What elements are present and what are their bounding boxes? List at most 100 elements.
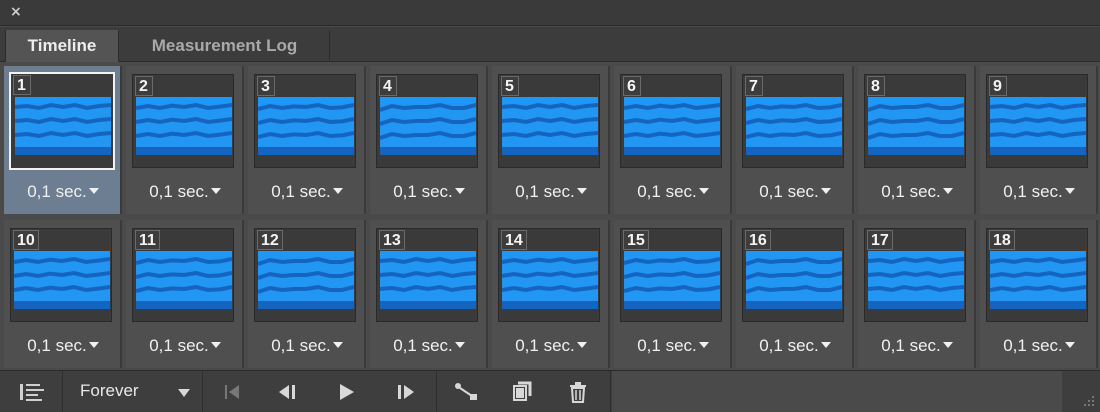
frame-delay-dropdown[interactable]: 0,1 sec. xyxy=(858,336,976,356)
duplicate-frame-icon[interactable] xyxy=(502,371,542,412)
frame-delay-dropdown[interactable]: 0,1 sec. xyxy=(980,182,1098,202)
frame-thumbnail[interactable]: 2 xyxy=(132,74,234,168)
animation-frame[interactable]: 12 0,1 sec. xyxy=(248,220,366,368)
timeline-toolbar: Forever xyxy=(0,370,1100,412)
animation-frame[interactable]: 6 0,1 sec. xyxy=(614,66,732,214)
frame-delay-dropdown[interactable]: 0,1 sec. xyxy=(4,336,122,356)
frame-number: 16 xyxy=(745,230,771,250)
animation-frame[interactable]: 13 0,1 sec. xyxy=(370,220,488,368)
frame-number: 6 xyxy=(623,76,641,96)
frame-delay-value: 0,1 sec. xyxy=(881,182,941,201)
close-icon[interactable]: × xyxy=(10,4,22,20)
frame-thumbnail[interactable]: 1 xyxy=(9,72,115,170)
frame-preview-image xyxy=(624,251,720,309)
animation-frame[interactable]: 3 0,1 sec. xyxy=(248,66,366,214)
frame-preview-image xyxy=(258,97,354,155)
chevron-down-icon xyxy=(178,389,190,397)
play-icon[interactable] xyxy=(326,371,368,412)
tab-timeline[interactable]: Timeline xyxy=(5,30,119,62)
animation-frame[interactable]: 7 0,1 sec. xyxy=(736,66,854,214)
frame-thumbnail[interactable]: 17 xyxy=(864,228,966,322)
frame-thumbnail[interactable]: 8 xyxy=(864,74,966,168)
animation-frame[interactable]: 14 0,1 sec. xyxy=(492,220,610,368)
frame-delay-dropdown[interactable]: 0,1 sec. xyxy=(614,336,732,356)
loop-options-dropdown[interactable]: Forever xyxy=(64,371,200,412)
frame-number: 2 xyxy=(135,76,153,96)
frame-thumbnail[interactable]: 7 xyxy=(742,74,844,168)
animation-frame[interactable]: 16 0,1 sec. xyxy=(736,220,854,368)
frame-delay-value: 0,1 sec. xyxy=(393,336,453,355)
chevron-down-icon xyxy=(942,342,953,348)
frame-delay-dropdown[interactable]: 0,1 sec. xyxy=(492,182,610,202)
frame-thumbnail[interactable]: 12 xyxy=(254,228,356,322)
frame-preview-image xyxy=(258,251,354,309)
frame-delay-dropdown[interactable]: 0,1 sec. xyxy=(248,182,366,202)
frame-thumbnail[interactable]: 11 xyxy=(132,228,234,322)
frame-thumbnail[interactable]: 13 xyxy=(376,228,478,322)
frame-thumbnail[interactable]: 4 xyxy=(376,74,478,168)
chevron-down-icon xyxy=(576,188,587,194)
animation-frame[interactable]: 9 0,1 sec. xyxy=(980,66,1098,214)
animation-frame[interactable]: 17 0,1 sec. xyxy=(858,220,976,368)
previous-frame-icon[interactable] xyxy=(266,371,310,412)
frame-delay-value: 0,1 sec. xyxy=(271,336,331,355)
frame-delay-dropdown[interactable]: 0,1 sec. xyxy=(736,336,854,356)
frame-preview-image xyxy=(868,97,964,155)
frame-delay-value: 0,1 sec. xyxy=(515,182,575,201)
animation-frame[interactable]: 10 0,1 sec. xyxy=(4,220,122,368)
frame-number: 13 xyxy=(379,230,405,250)
frame-delay-value: 0,1 sec. xyxy=(637,182,697,201)
frame-preview-image xyxy=(990,97,1086,155)
frame-delay-value: 0,1 sec. xyxy=(637,336,697,355)
chevron-down-icon xyxy=(820,188,831,194)
frame-thumbnail[interactable]: 10 xyxy=(10,228,112,322)
animation-frame[interactable]: 15 0,1 sec. xyxy=(614,220,732,368)
frame-delay-dropdown[interactable]: 0,1 sec. xyxy=(126,182,244,202)
frame-thumbnail[interactable]: 16 xyxy=(742,228,844,322)
chevron-down-icon xyxy=(1064,188,1075,194)
frame-thumbnail[interactable]: 3 xyxy=(254,74,356,168)
frame-delay-dropdown[interactable]: 0,1 sec. xyxy=(248,336,366,356)
chevron-down-icon xyxy=(576,342,587,348)
convert-to-video-timeline-icon[interactable] xyxy=(6,371,58,412)
frame-number: 14 xyxy=(501,230,527,250)
loop-option-value: Forever xyxy=(80,381,139,400)
frame-delay-dropdown[interactable]: 0,1 sec. xyxy=(736,182,854,202)
frame-delay-dropdown[interactable]: 0,1 sec. xyxy=(858,182,976,202)
frame-thumbnail[interactable]: 6 xyxy=(620,74,722,168)
animation-frame[interactable]: 5 0,1 sec. xyxy=(492,66,610,214)
animation-frame[interactable]: 2 0,1 sec. xyxy=(126,66,244,214)
frame-delay-dropdown[interactable]: 0,1 sec. xyxy=(492,336,610,356)
delete-frame-icon[interactable] xyxy=(558,371,598,412)
animation-frame[interactable]: 4 0,1 sec. xyxy=(370,66,488,214)
frame-delay-dropdown[interactable]: 0,1 sec. xyxy=(4,182,122,202)
tween-icon[interactable] xyxy=(446,371,486,412)
next-frame-icon[interactable] xyxy=(384,371,426,412)
first-frame-icon[interactable] xyxy=(212,371,252,412)
frame-thumbnail[interactable]: 14 xyxy=(498,228,600,322)
frame-preview-image xyxy=(502,251,598,309)
animation-frame[interactable]: 1 0,1 sec. xyxy=(4,66,122,214)
chevron-down-icon xyxy=(1064,342,1075,348)
frame-delay-dropdown[interactable]: 0,1 sec. xyxy=(370,336,488,356)
frame-delay-dropdown[interactable]: 0,1 sec. xyxy=(614,182,732,202)
chevron-down-icon xyxy=(332,342,343,348)
frame-delay-dropdown[interactable]: 0,1 sec. xyxy=(370,182,488,202)
frame-preview-image xyxy=(990,251,1086,309)
animation-frame[interactable]: 18 0,1 sec. xyxy=(980,220,1098,368)
frame-delay-value: 0,1 sec. xyxy=(1003,182,1063,201)
chevron-down-icon xyxy=(210,188,221,194)
frame-number: 10 xyxy=(13,230,39,250)
frame-thumbnail[interactable]: 5 xyxy=(498,74,600,168)
frame-delay-dropdown[interactable]: 0,1 sec. xyxy=(126,336,244,356)
toolbar-spacer xyxy=(612,371,1062,412)
frame-thumbnail[interactable]: 18 xyxy=(986,228,1088,322)
frame-thumbnail[interactable]: 9 xyxy=(986,74,1088,168)
resize-grip-icon[interactable] xyxy=(1078,390,1096,408)
tab-measurement-log[interactable]: Measurement Log xyxy=(120,30,330,62)
animation-frame[interactable]: 11 0,1 sec. xyxy=(126,220,244,368)
animation-frame[interactable]: 8 0,1 sec. xyxy=(858,66,976,214)
frame-delay-dropdown[interactable]: 0,1 sec. xyxy=(980,336,1098,356)
frame-number: 5 xyxy=(501,76,519,96)
frame-thumbnail[interactable]: 15 xyxy=(620,228,722,322)
